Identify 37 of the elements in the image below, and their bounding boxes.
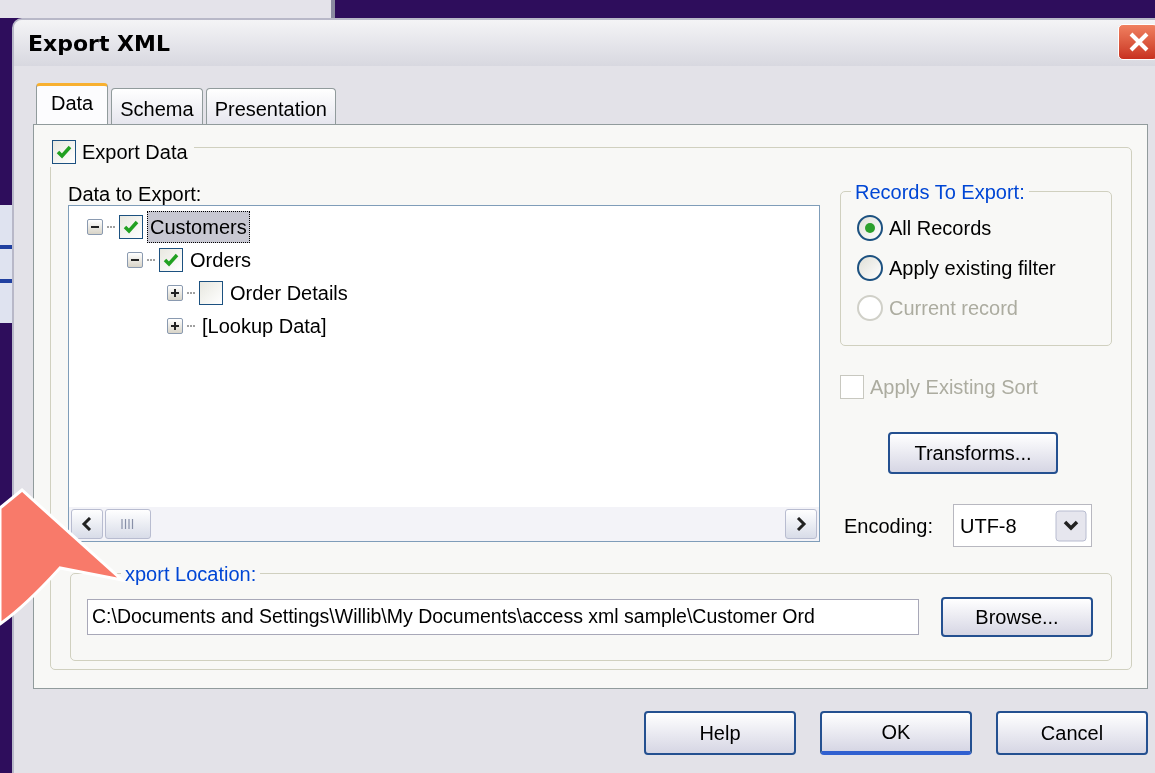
checkbox[interactable] — [199, 280, 223, 305]
grip-icon — [121, 519, 135, 529]
collapse-icon[interactable] — [127, 251, 143, 268]
checkbox[interactable] — [119, 214, 143, 239]
scroll-right-button[interactable] — [785, 509, 817, 539]
tree-item[interactable]: Orders — [187, 243, 255, 276]
scroll-left-button[interactable] — [71, 509, 103, 539]
radio-button[interactable] — [857, 255, 883, 281]
browse-button[interactable]: Browse... — [941, 597, 1093, 637]
checkbox[interactable] — [52, 140, 76, 164]
left-chevron-icon — [81, 517, 93, 531]
tree-item[interactable]: [Lookup Data] — [199, 309, 330, 342]
close-button[interactable] — [1118, 24, 1155, 60]
tab[interactable]: Data — [36, 83, 109, 125]
radio-label[interactable]: Apply existing filter — [889, 253, 1056, 283]
tab[interactable]: Presentation — [205, 88, 336, 124]
encoding-dropdown[interactable]: UTF-8 — [952, 504, 1092, 547]
tab[interactable]: Schema — [111, 88, 203, 124]
encoding-label: Encoding: — [844, 513, 933, 539]
dialog-button[interactable]: OK — [820, 711, 972, 755]
collapse-icon[interactable] — [87, 218, 103, 235]
tree-item[interactable]: Order Details — [227, 276, 351, 309]
window-title: Export XML — [28, 29, 170, 58]
expand-icon[interactable] — [167, 317, 183, 334]
dialog-button[interactable]: Help — [644, 711, 796, 755]
dialog-button[interactable]: Cancel — [996, 711, 1148, 755]
close-icon — [1127, 30, 1151, 54]
right-chevron-icon — [795, 517, 807, 531]
scroll-thumb[interactable] — [105, 509, 151, 539]
path-field[interactable]: C:\Documents and Settings\Willib\My Documents\access xml sample\Customer Ord — [87, 599, 919, 635]
tree-label: Data to Export: — [68, 182, 203, 205]
radio-button[interactable] — [857, 215, 883, 241]
tree-item[interactable]: Customers — [147, 210, 250, 243]
transforms-button[interactable]: Transforms... — [888, 432, 1058, 474]
expand-icon[interactable] — [167, 284, 183, 301]
checkbox[interactable] — [159, 247, 183, 272]
radio-label[interactable]: All Records — [889, 213, 992, 243]
